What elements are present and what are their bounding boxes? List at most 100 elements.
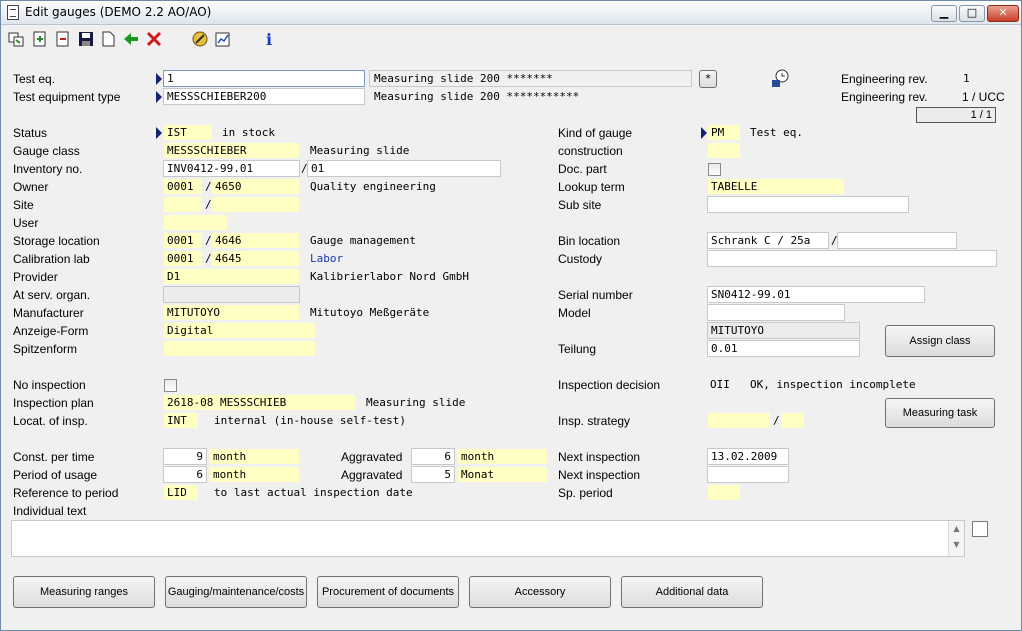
info-icon[interactable]: i xyxy=(259,30,279,50)
gauge-class-label: Gauge class xyxy=(13,144,80,158)
measuring-ranges-button[interactable]: Measuring ranges xyxy=(13,576,155,608)
test-eq-input[interactable]: 1 xyxy=(163,70,365,87)
provider-description: Kalibrierlabor Nord GmbH xyxy=(310,270,469,283)
manufacturer-description: Mitutoyo Meßgeräte xyxy=(310,306,430,319)
model-input[interactable] xyxy=(707,304,845,321)
storage-subcode-input[interactable]: 4646 xyxy=(211,232,300,249)
insp-strategy-sub-input[interactable] xyxy=(780,412,805,429)
accessory-button[interactable]: Accessory xyxy=(469,576,611,608)
document-icon xyxy=(7,5,19,20)
lookup-term-label: Lookup term xyxy=(558,180,625,194)
required-marker-icon xyxy=(156,127,162,139)
aggravated-number-input[interactable]: 5 xyxy=(411,466,455,483)
calibration-lab-link[interactable]: Labor xyxy=(310,251,343,267)
title-bar: Edit gauges (DEMO 2.2 AO/AO) ▁ □ ✕ xyxy=(1,1,1021,25)
cancel-icon[interactable] xyxy=(144,30,164,50)
storage-location-label: Storage location xyxy=(13,234,100,248)
sp-period-input[interactable] xyxy=(707,484,741,501)
procurement-of-documents-button[interactable]: Procurement of documents xyxy=(317,576,459,608)
construction-label: construction xyxy=(558,144,623,158)
lookup-term-input[interactable]: TABELLE xyxy=(707,178,845,195)
doc-part-checkbox[interactable] xyxy=(708,163,721,176)
const-per-time-unit-input[interactable]: month xyxy=(209,448,300,465)
inspection-decision-description: OK, inspection incomplete xyxy=(750,378,916,391)
test-equipment-type-input[interactable]: MESSSCHIEBER200 xyxy=(163,88,365,105)
no-inspection-checkbox[interactable] xyxy=(164,379,177,392)
delete-record-icon[interactable] xyxy=(53,30,73,50)
reference-to-period-label: Reference to period xyxy=(13,486,119,500)
aggravated-label: Aggravated xyxy=(341,450,403,464)
maximize-button[interactable]: □ xyxy=(959,5,985,22)
toolbar: i xyxy=(1,27,1021,53)
tools-icon[interactable] xyxy=(190,30,210,50)
spitzenform-label: Spitzenform xyxy=(13,342,78,356)
custody-label: Custody xyxy=(558,252,603,266)
bin-location-input[interactable]: Schrank C / 25a xyxy=(707,232,829,249)
provider-input[interactable]: D1 xyxy=(163,268,300,285)
next-inspection-date-input[interactable]: 13.02.2009 xyxy=(707,448,789,465)
edit-records-icon[interactable] xyxy=(6,30,26,50)
owner-code-input[interactable]: 0001 xyxy=(163,178,203,195)
serial-number-input[interactable]: SN0412-99.01 xyxy=(707,286,925,303)
storage-code-input[interactable]: 0001 xyxy=(163,232,203,249)
text-scrollbar[interactable]: ▲ ▼ xyxy=(948,521,964,556)
kind-of-gauge-input[interactable]: PM xyxy=(707,124,741,141)
minimize-button[interactable]: ▁ xyxy=(931,5,957,22)
close-button[interactable]: ✕ xyxy=(987,5,1019,22)
assign-class-button[interactable]: Assign class xyxy=(885,325,995,357)
test-eq-lookup-button[interactable]: * xyxy=(699,70,717,88)
calibration-lab-code-input[interactable]: 0001 xyxy=(163,250,203,267)
next-inspection-usage-input[interactable] xyxy=(707,466,789,483)
teilung-input[interactable]: 0.01 xyxy=(707,340,860,357)
site-subcode-input[interactable] xyxy=(211,196,300,213)
sub-site-input[interactable] xyxy=(707,196,909,213)
next-inspection-label: Next inspection xyxy=(558,450,641,464)
spitzenform-input[interactable] xyxy=(163,340,316,357)
reference-to-period-input[interactable]: LID xyxy=(163,484,198,501)
gauging-maintenance-costs-button[interactable]: Gauging/maintenance/costs xyxy=(165,576,307,608)
teilung-label: Teilung xyxy=(558,342,597,356)
status-input[interactable]: IST xyxy=(163,124,213,141)
back-arrow-icon[interactable] xyxy=(121,30,141,50)
test-eq-label: Test eq. xyxy=(13,72,56,86)
inspection-decision-label: Inspection decision xyxy=(558,378,661,392)
inventory-no-input[interactable]: INV0412-99.01 xyxy=(163,160,300,177)
owner-subcode-input[interactable]: 4650 xyxy=(211,178,300,195)
anzeige-form-label: Anzeige-Form xyxy=(13,324,89,338)
inspection-plan-input[interactable]: 2618-08 MESSSCHIEB xyxy=(163,394,356,411)
anzeige-form-input[interactable]: Digital xyxy=(163,322,316,339)
user-input[interactable] xyxy=(163,214,228,231)
insp-strategy-label: Insp. strategy xyxy=(558,414,631,428)
gauge-class-input[interactable]: MESSSCHIEBER xyxy=(163,142,300,159)
model-label: Model xyxy=(558,306,591,320)
calibration-lab-subcode-input[interactable]: 4645 xyxy=(211,250,300,267)
clock-user-icon[interactable] xyxy=(769,68,791,90)
additional-data-button[interactable]: Additional data xyxy=(621,576,763,608)
chart-icon[interactable] xyxy=(213,30,233,50)
aggravated-unit-input[interactable]: month xyxy=(457,448,548,465)
sp-period-label: Sp. period xyxy=(558,486,613,500)
manufacturer-label: Manufacturer xyxy=(13,306,84,320)
manufacturer-input[interactable]: MITUTOYO xyxy=(163,304,300,321)
aggravated-number-input[interactable]: 6 xyxy=(411,448,455,465)
site-code-input[interactable] xyxy=(163,196,203,213)
insp-strategy-input[interactable] xyxy=(707,412,771,429)
custody-input[interactable] xyxy=(707,250,997,267)
locat-of-insp-input[interactable]: INT xyxy=(163,412,198,429)
new-record-icon[interactable] xyxy=(30,30,50,50)
bin-location-sub-input[interactable] xyxy=(837,232,957,249)
calibration-lab-label: Calibration lab xyxy=(13,252,90,266)
owner-label: Owner xyxy=(13,180,49,194)
period-of-usage-unit-input[interactable]: month xyxy=(209,466,300,483)
construction-input[interactable] xyxy=(707,142,741,159)
blank-page-icon[interactable] xyxy=(98,30,118,50)
const-per-time-number-input[interactable]: 9 xyxy=(163,448,207,465)
expand-text-button[interactable] xyxy=(972,521,988,537)
individual-text-area[interactable]: ▲ ▼ xyxy=(11,520,965,557)
measuring-task-button[interactable]: Measuring task xyxy=(885,398,995,428)
aggravated-unit-input[interactable]: Monat xyxy=(457,466,548,483)
period-of-usage-number-input[interactable]: 6 xyxy=(163,466,207,483)
save-icon[interactable] xyxy=(76,30,96,50)
inspection-plan-description: Measuring slide xyxy=(366,396,466,409)
inventory-suffix-input[interactable]: 01 xyxy=(307,160,501,177)
